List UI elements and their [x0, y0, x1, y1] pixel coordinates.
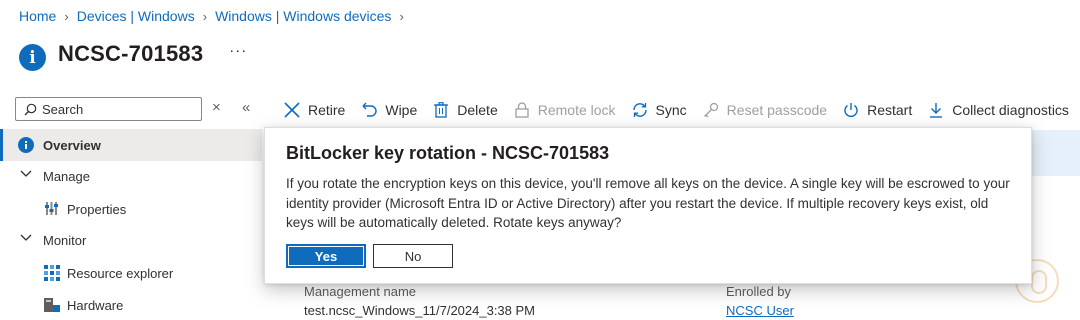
wipe-button[interactable]: Wipe	[359, 100, 417, 120]
sidebar-item-hardware[interactable]: Hardware	[0, 289, 262, 320]
more-options-button[interactable]: ···	[229, 42, 247, 59]
collect-diagnostics-label: Collect diagnostics	[952, 102, 1069, 118]
dialog-message: If you rotate the encryption keys on thi…	[286, 176, 1010, 230]
power-icon	[841, 100, 861, 120]
collect-diagnostics-button[interactable]: Collect diagnostics	[926, 100, 1069, 120]
collapse-sidebar-icon[interactable]: «	[242, 99, 250, 116]
sidebar-item-label: Hardware	[67, 297, 124, 313]
restart-button[interactable]: Restart	[841, 100, 912, 120]
sync-button[interactable]: Sync	[630, 100, 687, 120]
breadcrumb-windows-devices[interactable]: Windows | Windows devices	[215, 8, 391, 24]
hardware-icon	[44, 297, 60, 313]
search-box[interactable]	[15, 97, 202, 121]
sidebar-item-label: Overview	[43, 137, 101, 153]
chevron-right-icon: ›	[64, 8, 69, 24]
sidebar-item-label: Manage	[43, 168, 90, 184]
close-icon[interactable]: ×	[212, 99, 221, 116]
bitlocker-rotation-dialog: BitLocker key rotation - NCSC-701583 If …	[264, 127, 1032, 284]
breadcrumb: Home › Devices | Windows › Windows | Win…	[19, 8, 412, 24]
delete-button[interactable]: Delete	[431, 100, 498, 120]
chevron-down-icon	[20, 234, 32, 242]
command-bar: Retire Wipe Delete Remote lock Sync Rese…	[282, 96, 1080, 124]
sync-icon	[630, 100, 650, 120]
sidebar-item-manage[interactable]: Manage	[0, 160, 262, 192]
lock-icon	[512, 100, 532, 120]
download-icon	[926, 100, 946, 120]
sidebar-item-label: Resource explorer	[67, 265, 174, 281]
enrolled-by-link[interactable]: NCSC User	[726, 303, 794, 318]
search-input[interactable]	[42, 101, 192, 117]
chevron-down-icon	[20, 170, 32, 178]
properties-icon	[44, 201, 59, 216]
remote-lock-label: Remote lock	[537, 102, 616, 118]
page-title: NCSC-701583	[58, 40, 204, 66]
management-name-field: Management name test.ncsc_Windows_11/7/2…	[304, 284, 535, 318]
delete-label: Delete	[457, 102, 498, 118]
info-icon	[18, 137, 34, 153]
wipe-label: Wipe	[385, 102, 418, 118]
sidebar-item-resource-explorer[interactable]: Resource explorer	[0, 257, 262, 289]
enrolled-by-field: Enrolled by NCSC User	[726, 284, 794, 318]
sidebar-item-overview[interactable]: Overview	[0, 129, 262, 161]
remote-lock-button[interactable]: Remote lock	[512, 100, 616, 120]
sidebar-item-monitor[interactable]: Monitor	[0, 224, 262, 256]
close-icon	[282, 100, 302, 120]
breadcrumb-home[interactable]: Home	[19, 8, 56, 24]
breadcrumb-devices-windows[interactable]: Devices | Windows	[77, 8, 195, 24]
no-button[interactable]: No	[373, 244, 453, 268]
sidebar-item-label: Properties	[67, 201, 127, 217]
dialog-title: BitLocker key rotation - NCSC-701583	[286, 143, 610, 163]
trash-icon	[431, 100, 451, 120]
retire-label: Retire	[308, 102, 346, 118]
chevron-right-icon: ›	[399, 8, 404, 24]
resource-explorer-icon	[44, 265, 60, 281]
management-name-value: test.ncsc_Windows_11/7/2024_3:38 PM	[304, 303, 536, 318]
restart-label: Restart	[867, 102, 913, 118]
undo-icon	[359, 100, 379, 120]
reset-passcode-label: Reset passcode	[726, 102, 828, 118]
chevron-right-icon: ›	[202, 8, 208, 24]
info-icon: i	[19, 44, 46, 71]
retire-button[interactable]: Retire	[282, 100, 345, 120]
search-icon	[24, 103, 37, 115]
management-name-label: Management name	[304, 284, 417, 299]
sidebar-item-label: Monitor	[43, 232, 87, 248]
yes-button[interactable]: Yes	[286, 244, 366, 268]
enrolled-by-label: Enrolled by	[726, 284, 792, 299]
info-banner	[1030, 130, 1080, 176]
sync-label: Sync	[655, 102, 687, 118]
reset-passcode-button[interactable]: Reset passcode	[701, 100, 827, 120]
key-icon	[701, 100, 721, 120]
page-header: i NCSC-701583 ···	[19, 36, 247, 71]
sidebar-item-properties[interactable]: Properties	[0, 193, 262, 225]
